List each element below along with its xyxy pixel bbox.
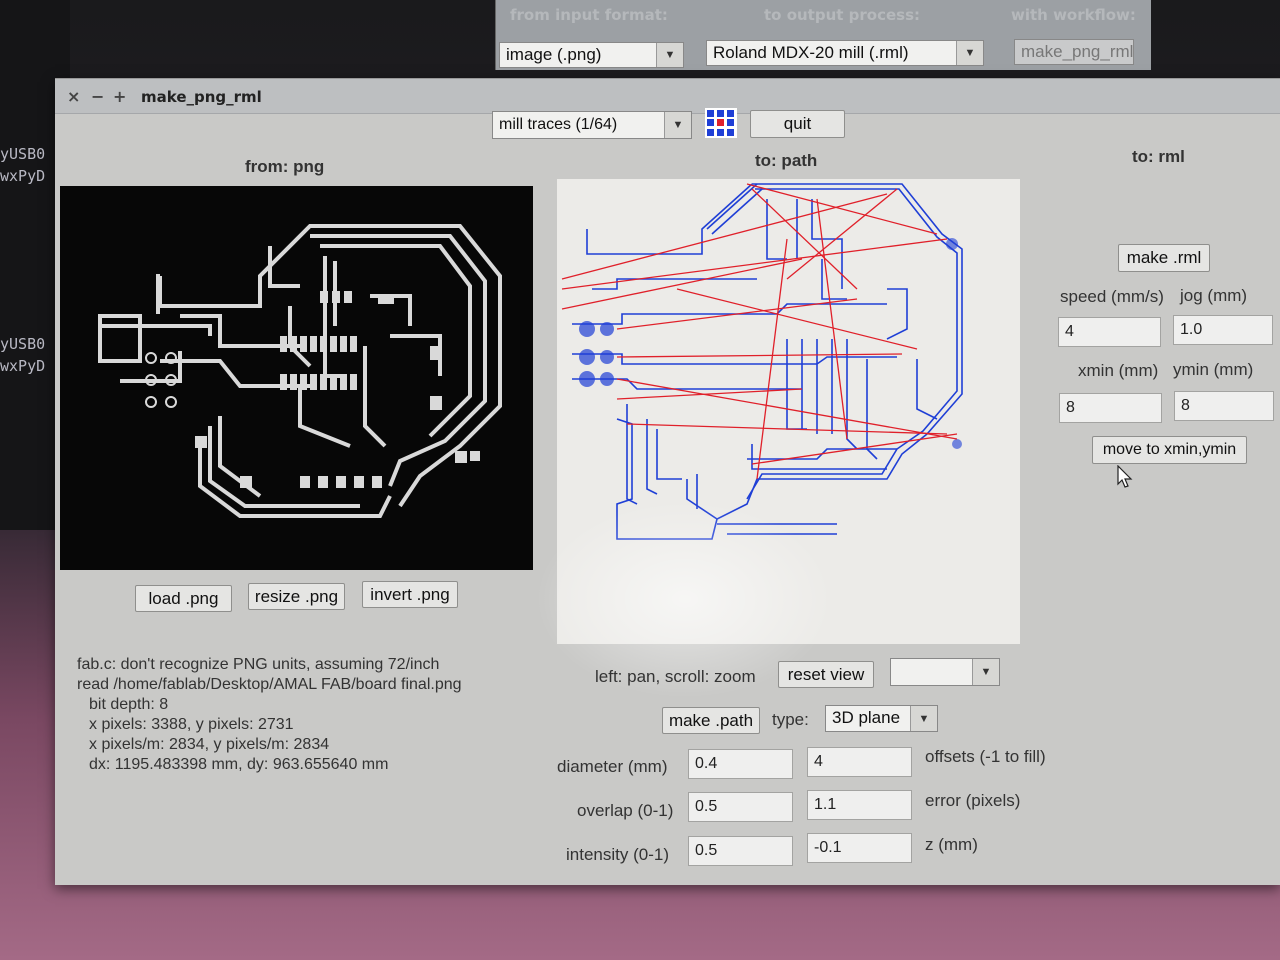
pcb-traces — [98, 224, 502, 518]
path-type-value: 3D plane — [832, 708, 901, 727]
intensity-input[interactable] — [688, 836, 793, 866]
chevron-down-icon: ▼ — [664, 112, 691, 138]
diameter-input[interactable] — [688, 749, 793, 779]
toolpath-knots — [579, 238, 962, 449]
jog-input[interactable] — [1173, 315, 1273, 345]
to-path-header: to: path — [755, 151, 818, 170]
z-label: z (mm) — [925, 835, 978, 854]
fab-modules-launcher: from input format: to output process: wi… — [495, 0, 1151, 70]
from-png-header: from: png — [245, 157, 325, 176]
offsets-input[interactable] — [807, 747, 912, 777]
window-title: make_png_rml — [141, 88, 262, 106]
pcb-pads — [195, 291, 480, 488]
output-process-label: to output process: — [764, 6, 921, 24]
overlap-input[interactable] — [688, 792, 793, 822]
process-value: mill traces (1/64) — [499, 116, 618, 133]
info-line: x pixels/m: 2834, y pixels/m: 2834 — [89, 736, 330, 753]
minimize-icon[interactable]: − — [91, 87, 104, 106]
error-input[interactable] — [807, 790, 912, 820]
chevron-down-icon: ▼ — [910, 706, 937, 731]
info-line: dx: 1195.483398 mm, dy: 963.655640 mm — [89, 756, 389, 773]
diameter-label: diameter (mm) — [557, 757, 668, 776]
xmin-label: xmin (mm) — [1078, 361, 1159, 380]
terminal-line: yUSB0 — [0, 335, 46, 353]
palette-grid-icon[interactable] — [705, 108, 737, 138]
offsets-label: offsets (-1 to fill) — [925, 747, 1046, 766]
jog-label: jog (mm) — [1180, 286, 1248, 305]
pan-zoom-hint: left: pan, scroll: zoom — [595, 667, 756, 686]
info-line: fab.c: don't recognize PNG units, assumi… — [77, 656, 440, 673]
chevron-down-icon: ▼ — [656, 43, 683, 67]
make-rml-button[interactable]: make .rml — [1118, 244, 1210, 272]
workflow-label: with workflow: — [1011, 6, 1136, 24]
speed-label: speed (mm/s) — [1060, 287, 1164, 306]
chevron-down-icon: ▼ — [972, 659, 999, 685]
intensity-label: intensity (0-1) — [566, 845, 669, 864]
title-bar: × − + make_png_rml — [55, 79, 1280, 114]
output-process-value: Roland MDX-20 mill (.rml) — [713, 43, 909, 62]
make-path-button[interactable]: make .path — [662, 707, 760, 734]
info-line: read /home/fablab/Desktop/AMAL FAB/board… — [77, 676, 462, 693]
error-label: error (pixels) — [925, 791, 1021, 810]
toolpath-red-jogs — [561, 183, 958, 480]
xmin-input[interactable] — [1059, 393, 1162, 423]
chevron-down-icon: ▼ — [956, 41, 983, 65]
input-format-select[interactable]: image (.png) ▼ — [499, 42, 684, 68]
ymin-input[interactable] — [1174, 391, 1274, 421]
path-preview[interactable] — [557, 179, 1020, 644]
make-png-rml-window: × − + make_png_rml mill traces (1/64) ▼ … — [55, 78, 1280, 885]
terminal-line: wxPyD — [0, 167, 46, 185]
mouse-pointer-icon — [1117, 464, 1133, 493]
workflow-button[interactable]: make_png_rml — [1014, 39, 1134, 65]
z-input[interactable] — [807, 833, 912, 863]
invert-png-button[interactable]: invert .png — [362, 581, 458, 608]
info-log: fab.c: don't recognize PNG units, assumi… — [77, 655, 462, 775]
maximize-icon[interactable]: + — [113, 87, 126, 106]
to-rml-header: to: rml — [1132, 147, 1185, 166]
load-png-button[interactable]: load .png — [135, 585, 232, 612]
input-format-label: from input format: — [510, 6, 668, 24]
input-format-value: image (.png) — [506, 45, 602, 64]
move-to-xmin-ymin-button[interactable]: move to xmin,ymin — [1092, 436, 1247, 464]
output-process-select[interactable]: Roland MDX-20 mill (.rml) ▼ — [706, 40, 984, 66]
type-label: type: — [772, 710, 809, 729]
info-line: x pixels: 3388, y pixels: 2731 — [89, 716, 294, 733]
terminal-line: yUSB0 — [0, 145, 46, 163]
reset-view-button[interactable]: reset view — [778, 661, 874, 688]
toolpath-blue — [572, 183, 963, 540]
view-select[interactable]: ▼ — [890, 658, 1000, 686]
process-select[interactable]: mill traces (1/64) ▼ — [492, 111, 692, 139]
ymin-label: ymin (mm) — [1173, 360, 1254, 379]
resize-png-button[interactable]: resize .png — [248, 583, 345, 610]
path-type-select[interactable]: 3D plane ▼ — [825, 705, 938, 732]
terminal-line: wxPyD — [0, 357, 46, 375]
close-icon[interactable]: × — [67, 87, 80, 106]
quit-button[interactable]: quit — [750, 110, 845, 138]
overlap-label: overlap (0-1) — [577, 801, 674, 820]
info-line: bit depth: 8 — [89, 696, 169, 713]
png-preview[interactable] — [60, 186, 533, 570]
speed-input[interactable] — [1058, 317, 1161, 347]
